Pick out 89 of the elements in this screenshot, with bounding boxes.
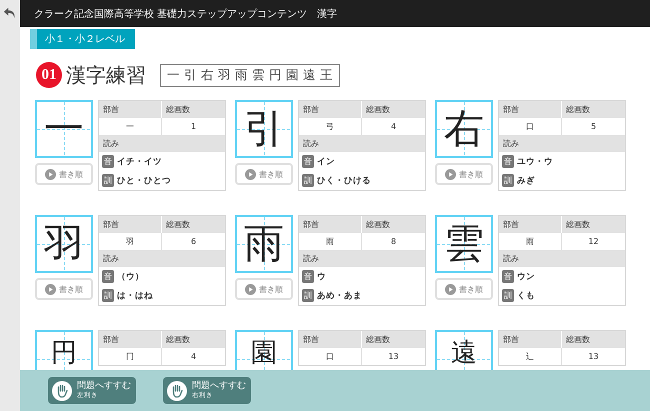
reading-badge: 訓: [502, 289, 514, 302]
table-header: 部首: [502, 334, 520, 346]
kanji-character: 園: [251, 340, 277, 366]
on-reading: ユウ・ウ: [517, 156, 553, 168]
table-header: 部首: [502, 104, 520, 116]
level-label: 小１・小２レベル: [45, 32, 125, 46]
table-cell-text: 弓: [325, 121, 335, 133]
stroke-order-button[interactable]: 書き順: [35, 278, 93, 300]
on-reading: ウ: [317, 270, 326, 282]
table-header: 総画数: [161, 101, 225, 118]
reading-badge: 音: [502, 270, 514, 283]
table-cell-text: 雨: [525, 236, 535, 248]
play-icon: [445, 168, 456, 180]
table-header: 部首: [302, 334, 320, 346]
stroke-order-button[interactable]: 書き順: [435, 163, 493, 185]
table-header: 総画数: [161, 331, 225, 348]
play-icon: [445, 284, 456, 294]
kanji-character: 雲: [444, 224, 484, 264]
table-header: 読み: [102, 253, 119, 265]
reading-badge: 音: [502, 155, 514, 168]
play-icon: [45, 168, 56, 180]
kanji-character: 雨: [244, 224, 284, 264]
table-cell-text: 雨: [325, 236, 335, 248]
reading-badge: 音: [302, 155, 314, 168]
table-header: 部首: [102, 104, 120, 116]
reading-badge: 訓: [102, 289, 114, 302]
table-header: 総画数: [361, 331, 425, 348]
on-reading: イチ・イツ: [117, 156, 162, 168]
lesson-number: 01: [36, 62, 62, 88]
kun-reading: あめ・あま: [317, 290, 362, 302]
reading-badge: 訓: [302, 289, 314, 302]
lesson-title: 漢字練習: [66, 62, 146, 88]
kun-reading: くも: [517, 290, 535, 302]
table-header: 部首: [502, 219, 520, 231]
reading-badge: 訓: [302, 174, 314, 187]
table-cell: 13: [361, 348, 425, 365]
on-reading: ウン: [517, 270, 535, 282]
table-cell-text: 冂: [125, 351, 135, 363]
table-cell: 4: [161, 348, 225, 365]
hand-icon: [52, 380, 72, 400]
kun-reading: ひと・ひとつ: [117, 174, 171, 186]
stroke-order-button[interactable]: 書き順: [235, 163, 293, 185]
table-header: 読み: [502, 253, 519, 265]
reading-badge: 訓: [102, 174, 114, 187]
table-cell-text: 口: [325, 351, 335, 363]
kun-reading: みぎ: [517, 174, 535, 186]
on-reading: （ウ）: [117, 270, 144, 282]
table-cell-text: 羽: [125, 236, 135, 248]
table-cell-text: 一: [125, 121, 135, 133]
kanji-character: 一: [44, 109, 84, 149]
kanji-character: 右: [444, 109, 484, 149]
table-header: 総画数: [561, 101, 625, 118]
table-header: 部首: [102, 219, 120, 231]
hand-icon: [167, 380, 187, 400]
reading-badge: 訓: [502, 174, 514, 187]
reading-badge: 音: [302, 270, 314, 283]
kanji-character: 引: [244, 109, 284, 149]
reading-badge: 音: [102, 155, 114, 168]
kanji-list: 一 引 右 羽 雨 雲 円 園 遠 王: [160, 64, 340, 86]
table-cell-text: 辶: [525, 351, 535, 363]
table-header: 読み: [302, 138, 319, 150]
stroke-order-button[interactable]: 書き順: [235, 278, 293, 300]
table-header: 読み: [302, 253, 319, 265]
table-header: 読み: [502, 138, 519, 150]
kanji-character: 遠: [451, 340, 477, 366]
table-header: 総画数: [361, 216, 425, 233]
stroke-order-button[interactable]: 書き順: [35, 163, 93, 185]
on-reading: イン: [317, 156, 335, 168]
play-icon: [245, 168, 256, 180]
kun-reading: ひく・ひける: [317, 174, 371, 186]
play-icon: [45, 284, 56, 294]
table-header: 読み: [102, 138, 119, 150]
header-title: クラーク記念国際高等学校 基礎力ステップアップコンテンツ 漢字: [34, 8, 338, 20]
table-header: 総画数: [561, 331, 625, 348]
back-arrow-icon[interactable]: [3, 6, 17, 20]
table-header: 総画数: [561, 216, 625, 233]
kanji-character: 円: [51, 340, 77, 366]
table-header: 部首: [102, 334, 120, 346]
stroke-order-button[interactable]: 書き順: [435, 278, 493, 300]
kanji-character: 羽: [44, 224, 84, 264]
reading-badge: 音: [102, 270, 114, 283]
kun-reading: は・はね: [117, 290, 153, 302]
play-icon: [245, 284, 256, 294]
table-header: 部首: [302, 219, 320, 231]
table-cell: 13: [561, 348, 625, 365]
table-header: 総画数: [161, 216, 225, 233]
table-cell-text: 口: [525, 121, 535, 133]
table-header: 総画数: [361, 101, 425, 118]
table-header: 部首: [302, 104, 320, 116]
